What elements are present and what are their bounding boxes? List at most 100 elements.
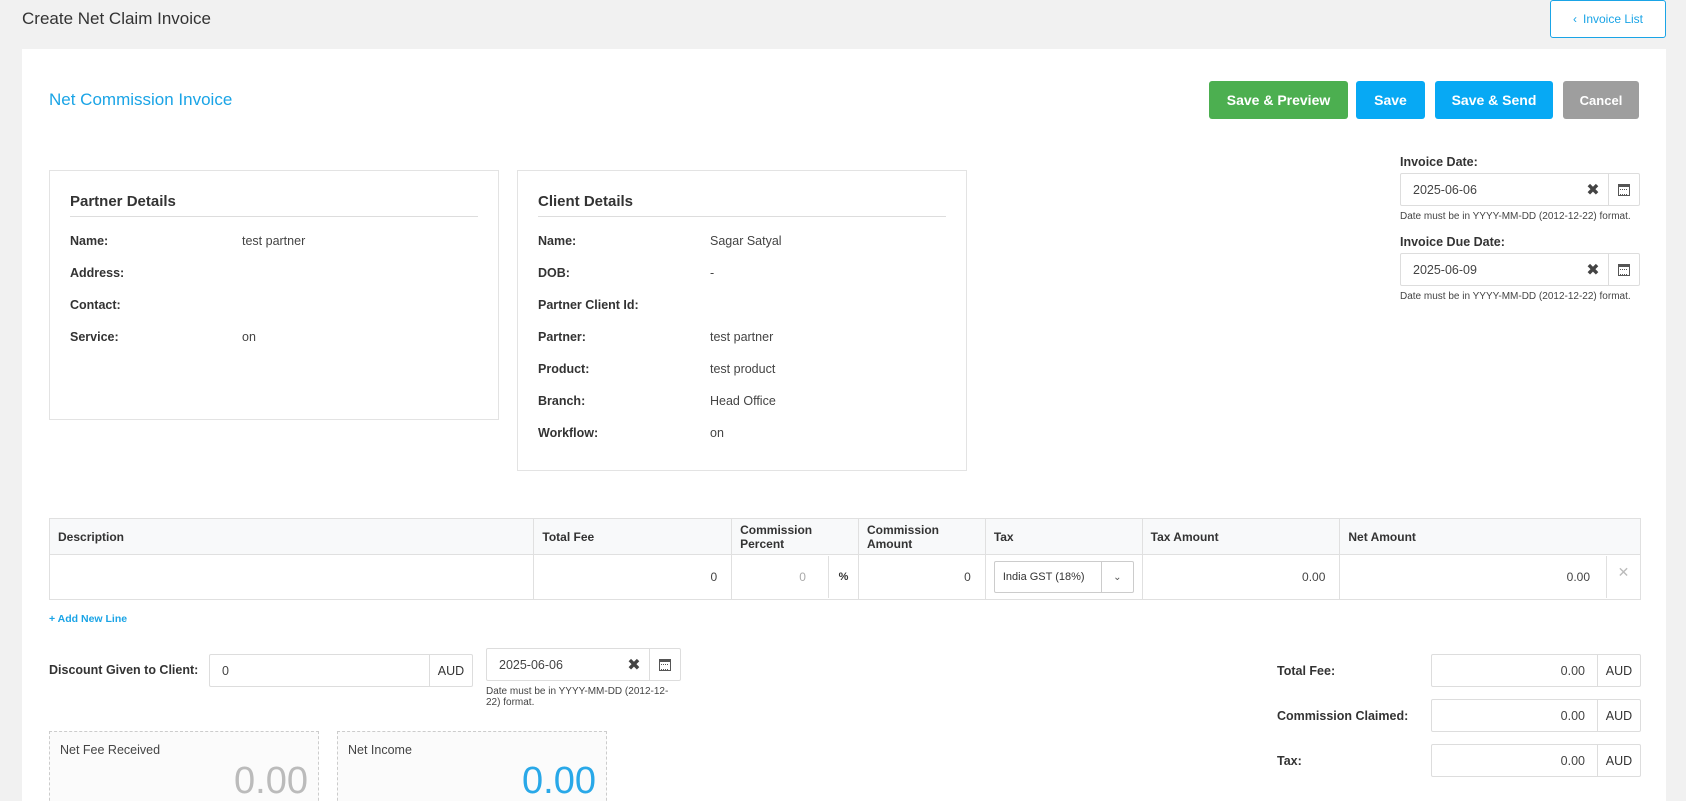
- invoice-form-card: Net Commission Invoice Save & Preview Sa…: [22, 49, 1666, 801]
- client-details-title: Client Details: [538, 171, 946, 217]
- detail-label: Contact:: [70, 298, 121, 312]
- due-date-value[interactable]: 2025-06-09: [1401, 254, 1578, 285]
- currency-addon: AUD: [1597, 745, 1640, 776]
- summary-label: Tax:: [1277, 754, 1302, 768]
- clear-icon[interactable]: ✖: [1578, 174, 1608, 205]
- tax-cell: India GST (18%) ⌄: [986, 555, 1143, 599]
- tax-select[interactable]: India GST (18%) ⌄: [993, 561, 1134, 593]
- commission-percent-cell: 0 %: [732, 555, 859, 599]
- net-fee-value: 0.00: [234, 760, 308, 801]
- clear-icon[interactable]: ✖: [619, 649, 649, 680]
- calendar-button[interactable]: [1608, 174, 1639, 205]
- invoice-line-table: Description Total Fee Commission Percent…: [49, 518, 1641, 600]
- discount-value[interactable]: 0: [210, 655, 429, 686]
- cancel-button[interactable]: Cancel: [1563, 81, 1639, 119]
- partner-details-panel: Partner Details Name: test partner Addre…: [49, 170, 499, 420]
- column-header: Tax: [986, 519, 1143, 554]
- add-new-line-link[interactable]: + Add New Line: [49, 613, 127, 625]
- page-title: Create Net Claim Invoice: [22, 9, 211, 28]
- detail-label: Workflow:: [538, 426, 599, 440]
- client-row-product: Product: test product: [538, 353, 946, 385]
- currency-addon: AUD: [1597, 655, 1640, 686]
- discount-label: Discount Given to Client:: [49, 663, 199, 677]
- tax-select-value: India GST (18%): [1002, 571, 1085, 583]
- summary-field[interactable]: 0.00 AUD: [1431, 654, 1641, 687]
- client-row-partner-client-id: Partner Client Id:: [538, 289, 946, 321]
- total-fee-input[interactable]: 0: [534, 555, 733, 599]
- detail-label: Address:: [70, 266, 125, 280]
- date-format-hint: Date must be in YYYY-MM-DD (2012-12-22) …: [1400, 291, 1631, 302]
- column-header: Tax Amount: [1143, 519, 1341, 554]
- partner-row-name: Name: test partner: [70, 225, 478, 257]
- commission-percent-input[interactable]: 0: [732, 570, 828, 584]
- calendar-button[interactable]: [1608, 254, 1639, 285]
- description-input[interactable]: [50, 555, 535, 599]
- commission-amount-input[interactable]: 0: [859, 555, 986, 599]
- calendar-button[interactable]: [649, 649, 680, 680]
- client-row-partner: Partner: test partner: [538, 321, 946, 353]
- detail-value: Sagar Satyal: [710, 234, 782, 248]
- net-fee-received-card: Net Fee Received 0.00: [49, 731, 319, 801]
- client-row-dob: DOB: -: [538, 257, 946, 289]
- detail-label: DOB:: [538, 266, 570, 280]
- clear-icon[interactable]: ✖: [1578, 254, 1608, 285]
- table-header: Description Total Fee Commission Percent…: [50, 519, 1640, 555]
- detail-label: Branch:: [538, 394, 586, 408]
- date-format-hint: Date must be in YYYY-MM-DD (2012-12-22) …: [486, 686, 669, 708]
- summary-value: 0.00: [1560, 663, 1585, 678]
- due-date-input[interactable]: 2025-06-09 ✖: [1400, 253, 1640, 286]
- percent-addon: %: [827, 556, 858, 598]
- column-header: Commission Amount: [859, 519, 986, 554]
- invoice-list-button[interactable]: ‹ Invoice List: [1550, 0, 1666, 38]
- partner-row-contact: Contact:: [70, 289, 478, 321]
- date-format-hint: Date must be in YYYY-MM-DD (2012-12-22) …: [1400, 211, 1631, 222]
- summary-value: 0.00: [1560, 753, 1585, 768]
- detail-value: Head Office: [710, 394, 776, 408]
- table-row: 0 0 % 0 India GST (18%) ⌄ 0.00 0.00 ✕: [50, 555, 1640, 599]
- discount-date-input[interactable]: 2025-06-06 ✖: [486, 648, 681, 681]
- net-amount-value: 0.00: [1566, 570, 1591, 584]
- chevron-down-icon: ⌄: [1100, 562, 1133, 592]
- due-date-group: Invoice Due Date: 2025-06-09 ✖ Date must…: [1400, 235, 1640, 302]
- column-header: Total Fee: [534, 519, 733, 554]
- invoice-date-group: Invoice Date: 2025-06-06 ✖ Date must be …: [1400, 155, 1640, 222]
- save-preview-button[interactable]: Save & Preview: [1209, 81, 1348, 119]
- partner-row-address: Address:: [70, 257, 478, 289]
- client-row-name: Name: Sagar Satyal: [538, 225, 946, 257]
- detail-label: Service:: [70, 330, 119, 344]
- net-income-value: 0.00: [522, 760, 596, 801]
- calendar-icon: [659, 658, 671, 671]
- calendar-icon: [1618, 183, 1630, 196]
- detail-value: test product: [710, 362, 776, 376]
- remove-line-icon[interactable]: ✕: [1606, 556, 1640, 598]
- save-button[interactable]: Save: [1356, 81, 1425, 119]
- partner-row-service: Service: on: [70, 321, 478, 353]
- net-income-card: Net Income 0.00: [337, 731, 607, 801]
- discount-input[interactable]: 0 AUD: [209, 654, 473, 687]
- save-send-button[interactable]: Save & Send: [1435, 81, 1553, 119]
- detail-label: Name:: [538, 234, 577, 248]
- column-header: Net Amount: [1348, 529, 1416, 544]
- detail-value: test partner: [710, 330, 774, 344]
- discount-date-group: 2025-06-06 ✖ Date must be in YYYY-MM-DD …: [486, 648, 681, 708]
- detail-label: Name:: [70, 234, 109, 248]
- currency-addon: AUD: [429, 655, 472, 686]
- client-row-branch: Branch: Head Office: [538, 385, 946, 417]
- net-income-label: Net Income: [348, 743, 412, 757]
- invoice-date-input[interactable]: 2025-06-06 ✖: [1400, 173, 1640, 206]
- summary-field[interactable]: 0.00 AUD: [1431, 744, 1641, 777]
- form-subtitle: Net Commission Invoice: [49, 90, 233, 109]
- summary-label: Total Fee:: [1277, 664, 1336, 678]
- column-header: Commission Percent: [732, 519, 859, 554]
- calendar-icon: [1618, 263, 1630, 276]
- summary-label: Commission Claimed:: [1277, 709, 1409, 723]
- detail-value: on: [242, 330, 256, 344]
- summary-field[interactable]: 0.00 AUD: [1431, 699, 1641, 732]
- detail-label: Partner Client Id:: [538, 298, 639, 312]
- invoice-date-value[interactable]: 2025-06-06: [1401, 174, 1578, 205]
- discount-date-value[interactable]: 2025-06-06: [487, 649, 619, 680]
- invoice-date-label: Invoice Date:: [1400, 155, 1478, 169]
- detail-value: test partner: [242, 234, 306, 248]
- detail-label: Partner:: [538, 330, 586, 344]
- detail-label: Product:: [538, 362, 590, 376]
